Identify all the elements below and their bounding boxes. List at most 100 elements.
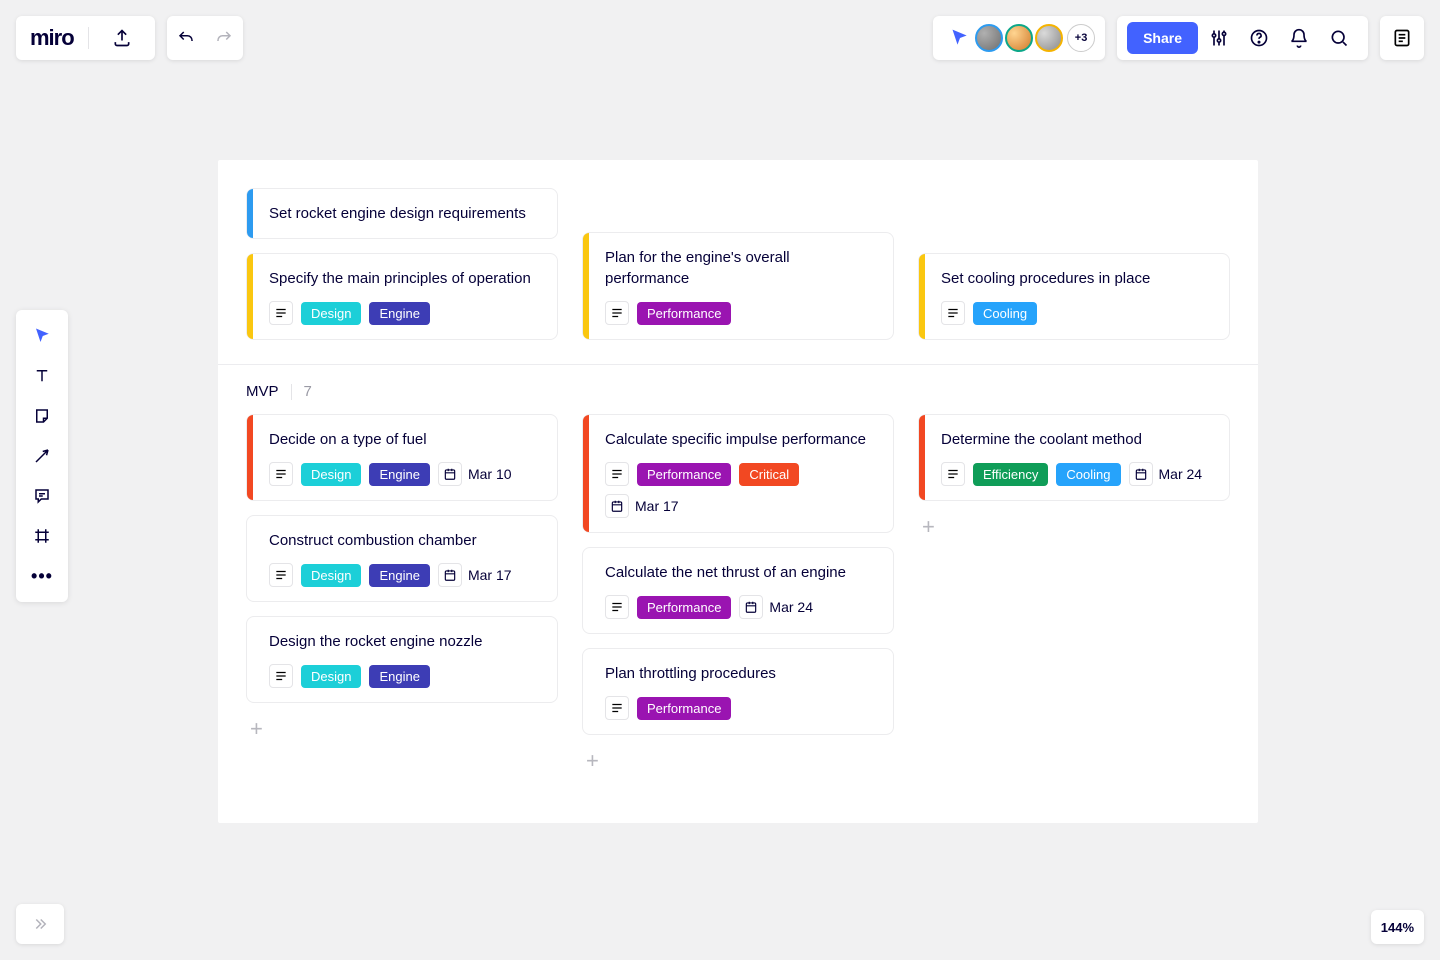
- description-icon[interactable]: [605, 301, 629, 325]
- card-title: Decide on a type of fuel: [269, 429, 539, 450]
- card-title: Set rocket engine design requirements: [269, 203, 539, 224]
- avatar[interactable]: [1005, 24, 1033, 52]
- undo-redo-pill: [167, 16, 243, 60]
- kanban-card[interactable]: Set rocket engine design requirements: [246, 188, 558, 239]
- more-tools[interactable]: •••: [16, 556, 68, 596]
- description-icon[interactable]: [269, 563, 293, 587]
- card-stripe: [247, 415, 253, 500]
- add-card-button[interactable]: +: [246, 717, 558, 741]
- tag-chip[interactable]: Critical: [739, 463, 799, 486]
- frame-tool[interactable]: [16, 516, 68, 556]
- card-stripe: [247, 189, 253, 238]
- calendar-icon: [438, 462, 462, 486]
- share-button[interactable]: Share: [1127, 22, 1198, 54]
- description-icon[interactable]: [605, 462, 629, 486]
- tag-chip[interactable]: Engine: [369, 463, 429, 486]
- kanban-card[interactable]: Specify the main principles of operation…: [246, 253, 558, 340]
- avatar[interactable]: [975, 24, 1003, 52]
- tag-chip[interactable]: Efficiency: [973, 463, 1048, 486]
- redo-icon[interactable]: [205, 16, 243, 60]
- card-stripe: [919, 415, 925, 500]
- tag-chip[interactable]: Engine: [369, 302, 429, 325]
- notes-pill[interactable]: [1380, 16, 1424, 60]
- card-stripe: [919, 254, 925, 339]
- tag-chip[interactable]: Engine: [369, 665, 429, 688]
- tag-chip[interactable]: Design: [301, 463, 361, 486]
- cursor-follow-icon[interactable]: [947, 16, 973, 60]
- card-title: Plan for the engine's overall performanc…: [605, 247, 875, 289]
- tag-chip[interactable]: Cooling: [973, 302, 1037, 325]
- settings-icon[interactable]: [1200, 16, 1238, 60]
- chevrons-right-icon: [16, 904, 64, 944]
- section-name: MVP: [246, 383, 279, 400]
- card-title: Plan throttling procedures: [605, 663, 875, 684]
- arrow-tool[interactable]: [16, 436, 68, 476]
- text-tool[interactable]: [16, 356, 68, 396]
- zoom-value: 144%: [1381, 920, 1414, 935]
- zoom-indicator[interactable]: 144%: [1371, 910, 1424, 944]
- tag-chip[interactable]: Engine: [369, 564, 429, 587]
- kanban-card[interactable]: Construct combustion chamberDesignEngine…: [246, 515, 558, 602]
- card-stripe: [583, 415, 589, 532]
- kanban-card[interactable]: Plan throttling procedures Performance: [582, 648, 894, 735]
- section-count: 7: [304, 383, 312, 400]
- avatar[interactable]: [1035, 24, 1063, 52]
- description-icon[interactable]: [269, 462, 293, 486]
- miro-logo[interactable]: miro: [30, 25, 74, 51]
- tag-chip[interactable]: Design: [301, 302, 361, 325]
- calendar-icon: [1129, 462, 1153, 486]
- kanban-card[interactable]: Calculate the net thrust of an enginePer…: [582, 547, 894, 634]
- add-card-button[interactable]: +: [582, 749, 894, 773]
- card-title: Design the rocket engine nozzle: [269, 631, 539, 652]
- kanban-card[interactable]: Determine the coolant method Efficiency Co…: [918, 414, 1230, 501]
- add-card-button[interactable]: +: [918, 515, 1230, 539]
- due-date[interactable]: Mar 24: [1129, 462, 1203, 486]
- kanban-board: Set rocket engine design requirements Spe…: [218, 160, 1258, 823]
- logo-pill: miro: [16, 16, 155, 60]
- tag-chip[interactable]: Performance: [637, 463, 731, 486]
- due-date[interactable]: Mar 17: [605, 494, 679, 518]
- sticky-note-tool[interactable]: [16, 396, 68, 436]
- avatar-count[interactable]: +3: [1067, 24, 1095, 52]
- calendar-icon: [438, 563, 462, 587]
- tag-chip[interactable]: Cooling: [1056, 463, 1120, 486]
- export-icon[interactable]: [103, 16, 141, 60]
- comment-tool[interactable]: [16, 476, 68, 516]
- tag-chip[interactable]: Performance: [637, 302, 731, 325]
- card-stripe: [247, 254, 253, 339]
- description-icon[interactable]: [941, 462, 965, 486]
- tag-chip[interactable]: Performance: [637, 697, 731, 720]
- card-title: Set cooling procedures in place: [941, 268, 1211, 289]
- undo-icon[interactable]: [167, 16, 205, 60]
- share-pill: Share: [1117, 16, 1368, 60]
- description-icon[interactable]: [269, 664, 293, 688]
- section-divider: [218, 364, 1258, 365]
- tag-chip[interactable]: Design: [301, 564, 361, 587]
- help-icon[interactable]: [1240, 16, 1278, 60]
- due-date[interactable]: Mar 24: [739, 595, 813, 619]
- due-date[interactable]: Mar 17: [438, 563, 512, 587]
- tag-chip[interactable]: Performance: [637, 596, 731, 619]
- kanban-card[interactable]: Decide on a type of fuel Design Engine Mar …: [246, 414, 558, 501]
- calendar-icon: [605, 494, 629, 518]
- description-icon[interactable]: [605, 696, 629, 720]
- tag-chip[interactable]: Design: [301, 665, 361, 688]
- kanban-card[interactable]: Plan for the engine's overall performanc…: [582, 232, 894, 340]
- calendar-icon: [739, 595, 763, 619]
- kanban-card[interactable]: Set cooling procedures in place Cooling: [918, 253, 1230, 340]
- kanban-card[interactable]: Calculate specific impulse performancePe…: [582, 414, 894, 533]
- select-tool[interactable]: [16, 316, 68, 356]
- expand-panel-button[interactable]: [16, 904, 64, 944]
- card-stripe: [583, 233, 589, 339]
- due-date[interactable]: Mar 10: [438, 462, 512, 486]
- card-title: Specify the main principles of operation: [269, 268, 539, 289]
- description-icon[interactable]: [269, 301, 293, 325]
- description-icon[interactable]: [605, 595, 629, 619]
- bell-icon[interactable]: [1280, 16, 1318, 60]
- group-top: Set rocket engine design requirements Spe…: [246, 188, 1230, 340]
- description-icon[interactable]: [941, 301, 965, 325]
- divider: [88, 27, 89, 49]
- kanban-card[interactable]: Design the rocket engine nozzle Design Eng…: [246, 616, 558, 703]
- search-icon[interactable]: [1320, 16, 1358, 60]
- card-title: Determine the coolant method: [941, 429, 1211, 450]
